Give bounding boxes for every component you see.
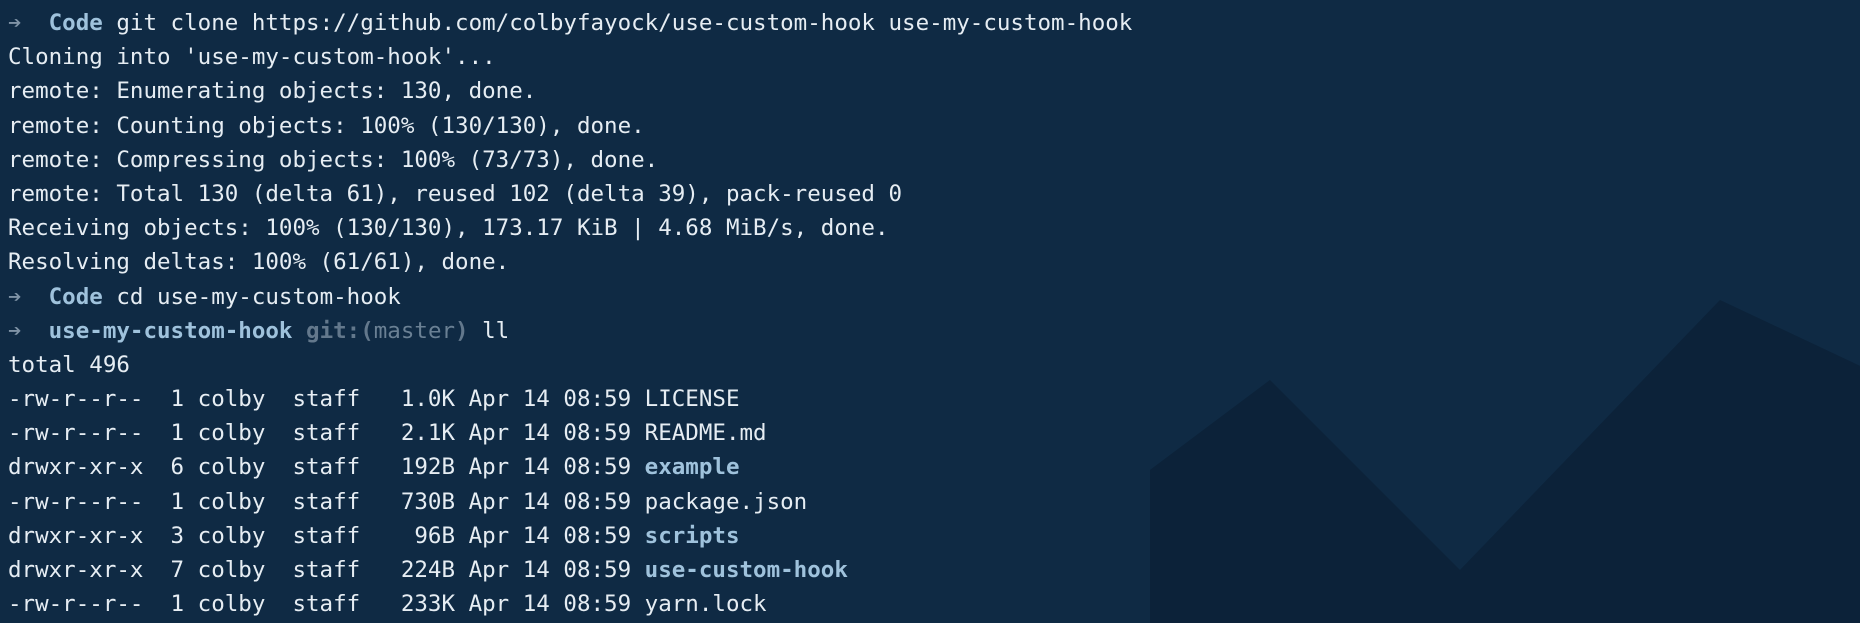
arrow-right-icon: ➔ [8, 10, 22, 36]
file-name: package.json [644, 488, 808, 515]
output-line: Receiving objects: 100% (130/130), 173.1… [8, 215, 889, 242]
file-listing-row: drwxr-xr-x 3 colby staff 96B Apr 14 08:5… [8, 519, 1860, 553]
command-text: ll [482, 317, 510, 344]
arrow-right-icon: ➔ [8, 317, 22, 344]
file-listing-row: -rw-r--r-- 1 colby staff 233K Apr 14 08:… [8, 587, 1860, 621]
output-line: Cloning into 'use-my-custom-hook'... [8, 44, 496, 71]
file-name: README.md [644, 420, 767, 447]
prompt-directory: Code [48, 283, 103, 310]
git-label: git:( [306, 317, 374, 344]
directory-name: example [644, 454, 740, 481]
file-meta: drwxr-xr-x 7 colby staff 224B Apr 14 08:… [8, 557, 645, 583]
file-meta: drwxr-xr-x 6 colby staff 192B Apr 14 08:… [8, 454, 645, 481]
file-meta: -rw-r--r-- 1 colby staff 730B Apr 14 08:… [8, 488, 645, 515]
prompt-directory: use-my-custom-hook [48, 317, 293, 344]
file-name: yarn.lock [644, 591, 767, 618]
file-listing-row: -rw-r--r-- 1 colby staff 1.0K Apr 14 08:… [8, 382, 1860, 416]
file-listing-row: -rw-r--r-- 1 colby staff 2.1K Apr 14 08:… [8, 416, 1860, 450]
total-line: total 496 [8, 351, 130, 378]
command-text: git clone https://github.com/colbyfayock… [116, 10, 1133, 36]
file-listing-row: -rw-r--r-- 1 colby staff 730B Apr 14 08:… [8, 485, 1860, 519]
file-meta: -rw-r--r-- 1 colby staff 1.0K Apr 14 08:… [8, 386, 645, 413]
directory-name: use-custom-hook [644, 557, 848, 583]
prompt-line-ll: ➔ use-my-custom-hook git:(master) ll [8, 314, 1860, 348]
output-line: Resolving deltas: 100% (61/61), done. [8, 249, 510, 276]
file-meta: drwxr-xr-x 3 colby staff 96B Apr 14 08:5… [8, 522, 645, 549]
file-meta: -rw-r--r-- 1 colby staff 233K Apr 14 08:… [8, 591, 645, 618]
file-listing-row: drwxr-xr-x 7 colby staff 224B Apr 14 08:… [8, 553, 1860, 587]
file-listing-row: drwxr-xr-x 6 colby staff 192B Apr 14 08:… [8, 450, 1860, 484]
arrow-right-icon: ➔ [8, 283, 22, 310]
output-line: remote: Counting objects: 100% (130/130)… [8, 112, 645, 139]
output-line: remote: Enumerating objects: 130, done. [8, 78, 537, 105]
prompt-directory: Code [48, 10, 103, 36]
command-text: cd use-my-custom-hook [116, 283, 401, 310]
git-label-close: ) [455, 317, 469, 344]
file-meta: -rw-r--r-- 1 colby staff 2.1K Apr 14 08:… [8, 420, 645, 447]
file-name: LICENSE [644, 386, 740, 413]
prompt-line-cd: ➔ Code cd use-my-custom-hook [8, 280, 1860, 314]
directory-name: scripts [644, 522, 740, 549]
output-line: remote: Total 130 (delta 61), reused 102… [8, 180, 903, 207]
prompt-line-clone: ➔ Code git clone https://github.com/colb… [8, 6, 1860, 40]
output-line: remote: Compressing objects: 100% (73/73… [8, 146, 659, 173]
terminal-output: ➔ Code git clone https://github.com/colb… [8, 6, 1860, 621]
terminal-window[interactable]: ➔ Code git clone https://github.com/colb… [0, 0, 1860, 623]
git-branch: master [373, 317, 456, 344]
